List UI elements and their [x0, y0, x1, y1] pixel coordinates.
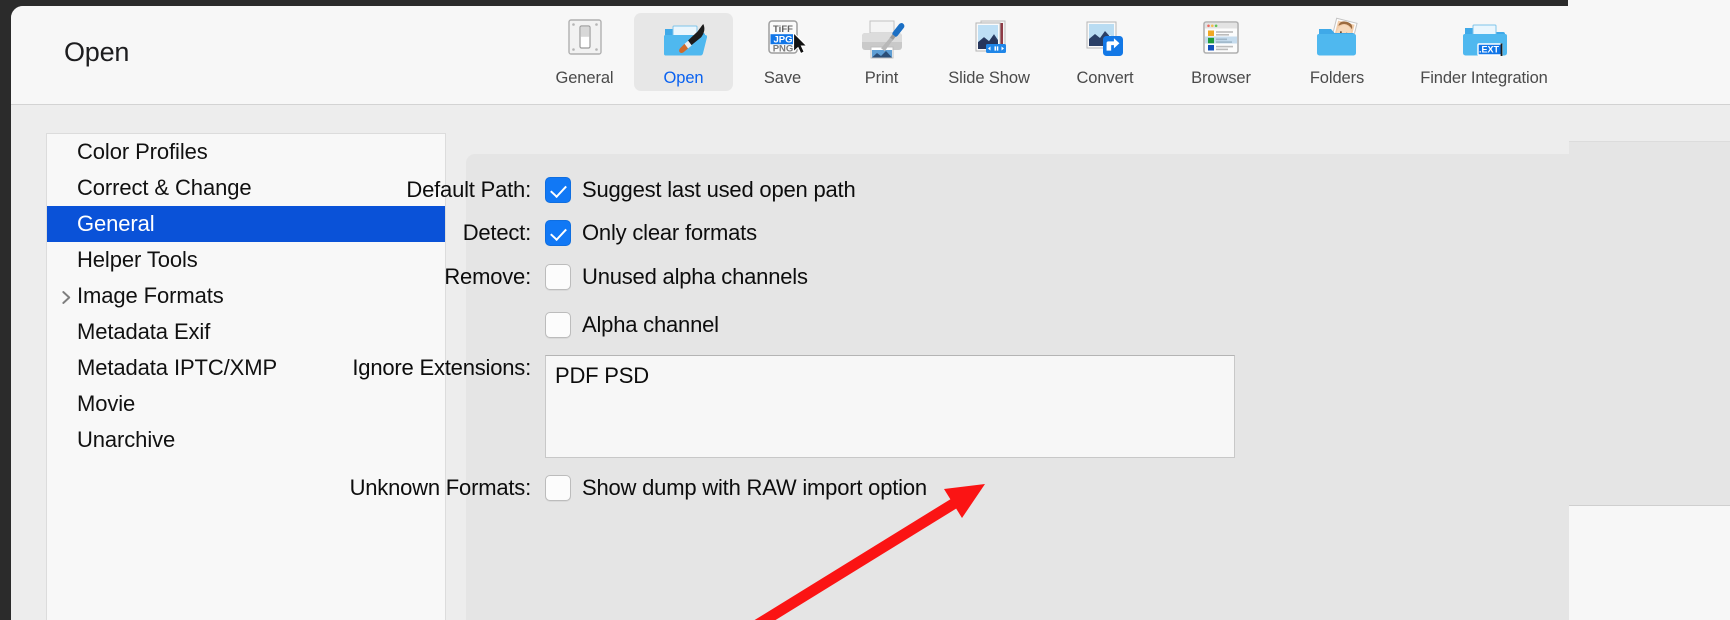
toolbar-item-convert[interactable]: Convert	[1047, 13, 1163, 91]
detect-control: Only clear formats	[545, 220, 757, 246]
toolbar-item-label: Convert	[1076, 69, 1134, 87]
printer-screwdriver-icon	[857, 16, 907, 64]
remove-label: Remove:	[444, 264, 531, 289]
sidebar-item-label: Color Profiles	[77, 139, 208, 164]
svg-text:.EXT: .EXT	[1479, 45, 1500, 55]
toolbar-item-label: Browser	[1191, 69, 1251, 87]
row-detect: Detect: Only clear formats	[101, 220, 757, 246]
chevron-right-icon[interactable]	[61, 290, 73, 304]
toolbar-item-label: Finder Integration	[1420, 69, 1548, 87]
unknown-formats-control: Show dump with RAW import option	[545, 475, 927, 501]
detect-checkbox-label: Only clear formats	[582, 220, 757, 245]
ignore-extensions-label: Ignore Extensions:	[352, 355, 531, 380]
toolbar-item-general[interactable]: General	[535, 13, 634, 91]
remove-control: Unused alpha channels	[545, 264, 808, 290]
toolbar-item-label: Slide Show	[948, 69, 1030, 87]
unknown-formats-label: Unknown Formats:	[349, 475, 532, 500]
toolbar-item-slide-show[interactable]: Slide Show	[931, 13, 1047, 91]
toolbar: Open General Open TiFF JPG PNG Save Prin…	[11, 6, 1569, 105]
background-strip-body	[1568, 142, 1730, 506]
row-default-path: Default Path: Suggest last used open pat…	[101, 177, 856, 203]
remove-alpha-channel-checkbox[interactable]	[545, 312, 571, 338]
default-path-label: Default Path:	[406, 177, 531, 202]
unknown-formats-checkbox-label: Show dump with RAW import option	[582, 475, 927, 500]
background-strip-bottom	[1568, 506, 1730, 620]
toolbar-item-label: Save	[763, 69, 802, 87]
svg-text:TiFF: TiFF	[773, 24, 793, 35]
toolbar-item-browser[interactable]: Browser	[1163, 13, 1279, 91]
toolbar-item-save[interactable]: TiFF JPG PNG Save	[733, 13, 832, 91]
remove-unused-alpha-channels-label: Unused alpha channels	[582, 264, 808, 289]
toolbar-item-label: General	[555, 69, 614, 87]
toolbar-item-label: Open	[663, 69, 704, 87]
toolbar-item-finder-integration[interactable]: .EXT Finder Integration	[1395, 13, 1569, 91]
toolbar-item-label: Folders	[1309, 69, 1365, 87]
remove-unused-alpha-channels-checkbox[interactable]	[545, 264, 571, 290]
sidebar-item-color-profiles[interactable]: Color Profiles	[47, 134, 445, 170]
row-ignore-extensions: Ignore Extensions: PDF PSD	[101, 355, 1235, 458]
folder-paintbrush-icon	[659, 16, 709, 64]
toolbar-item-label: Print	[864, 69, 899, 87]
screen: Open General Open TiFF JPG PNG Save Prin…	[0, 0, 1730, 620]
format-list-cursor-icon: TiFF JPG PNG	[758, 16, 808, 64]
unknown-formats-checkbox[interactable]	[545, 475, 571, 501]
toolbar-item-open[interactable]: Open	[634, 13, 733, 91]
row-remove-second: Alpha channel	[101, 312, 719, 338]
detect-checkbox[interactable]	[545, 220, 571, 246]
remove-alpha-channel-control: Alpha channel	[545, 312, 719, 338]
desktop-background-right	[1568, 0, 1730, 620]
window-title: Open	[64, 37, 130, 67]
ignore-extensions-control: PDF PSD	[545, 355, 1235, 458]
toggle-switch-icon	[560, 16, 610, 64]
default-path-checkbox[interactable]	[545, 177, 571, 203]
folder-photo-icon	[1312, 16, 1362, 64]
toolbar-item-folders[interactable]: Folders	[1279, 13, 1395, 91]
default-path-control: Suggest last used open path	[545, 177, 856, 203]
default-path-checkbox-label: Suggest last used open path	[582, 177, 856, 202]
window-list-icon	[1196, 16, 1246, 64]
svg-text:PNG: PNG	[772, 44, 793, 55]
photo-stack-play-icon	[964, 16, 1014, 64]
photo-arrow-icon	[1080, 16, 1130, 64]
remove-alpha-channel-label: Alpha channel	[582, 312, 719, 337]
ignore-extensions-input[interactable]: PDF PSD	[545, 355, 1235, 458]
preferences-window: Open General Open TiFF JPG PNG Save Prin…	[11, 6, 1569, 620]
detect-label: Detect:	[462, 220, 531, 245]
toolbar-item-print[interactable]: Print	[832, 13, 931, 91]
row-unknown-formats: Unknown Formats: Show dump with RAW impo…	[101, 475, 927, 501]
background-strip-top	[1568, 0, 1730, 105]
row-remove: Remove: Unused alpha channels	[101, 264, 808, 290]
background-strip-mid	[1568, 105, 1730, 142]
toolbar-items: General Open TiFF JPG PNG Save Print Sli…	[535, 6, 1569, 105]
folder-ext-icon: .EXT	[1459, 16, 1509, 64]
